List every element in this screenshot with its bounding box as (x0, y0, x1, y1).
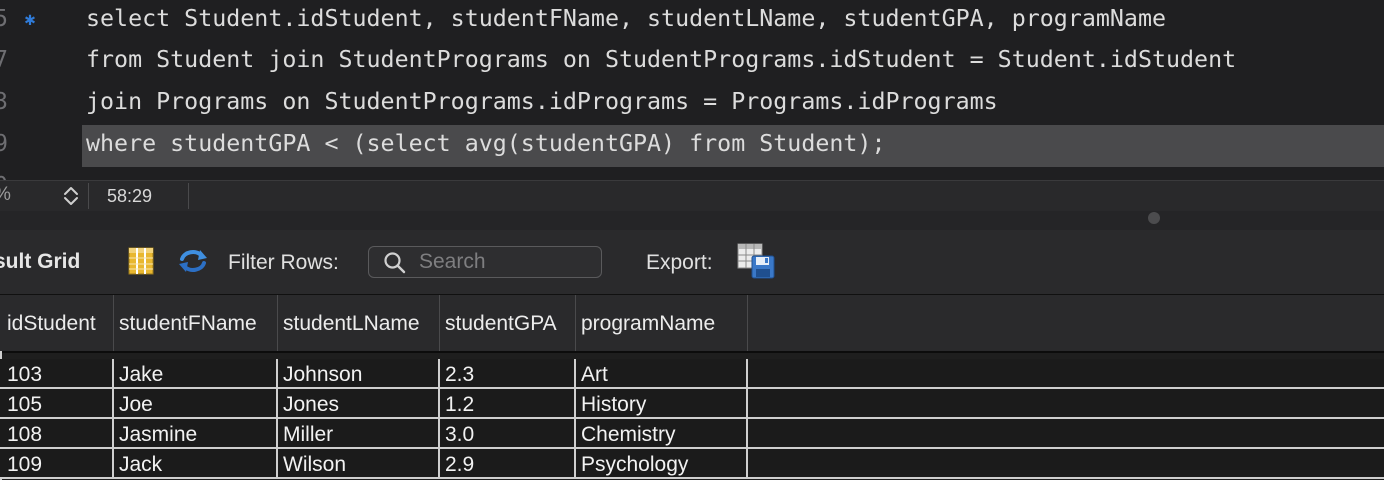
table-cell[interactable]: 108 (2, 419, 114, 447)
table-row[interactable]: 105 Joe Jones 1.2 History (0, 389, 1384, 419)
line-number: 5 (0, 6, 8, 32)
table-cell[interactable]: Miller (278, 419, 440, 447)
table-row[interactable]: 103 Jake Johnson 2.3 Art (0, 359, 1384, 389)
splitter-handle[interactable] (1148, 212, 1160, 224)
result-grid[interactable]: idStudent studentFName studentLName stud… (0, 295, 1384, 480)
table-cell[interactable]: Jake (114, 359, 278, 387)
search-icon (383, 251, 407, 275)
column-header-row: idStudent studentFName studentLName stud… (0, 295, 1384, 353)
table-cell[interactable]: 105 (2, 389, 114, 417)
refresh-icon[interactable] (176, 246, 210, 276)
zoom-value: % (0, 184, 11, 206)
panel-splitter[interactable] (0, 211, 1384, 230)
table-cell[interactable]: Jack (114, 449, 278, 477)
code-text[interactable]: select Student.idStudent, studentFName, … (86, 5, 1166, 32)
column-header[interactable]: idStudent (2, 295, 114, 351)
table-row[interactable]: 109 Jack Wilson 2.9 Psychology (0, 449, 1384, 479)
table-row[interactable]: 108 Jasmine Miller 3.0 Chemistry (0, 419, 1384, 449)
editor-status-bar: % 58:29 (0, 180, 1384, 212)
cursor-position: 58:29 (107, 186, 153, 206)
table-cell[interactable]: Jasmine (114, 419, 278, 447)
result-grid-tab[interactable]: sult Grid (0, 250, 80, 274)
search-input[interactable] (419, 250, 595, 274)
table-cell[interactable]: Jones (278, 389, 440, 417)
search-box[interactable] (368, 246, 602, 278)
code-text[interactable]: where studentGPA < (select avg(studentGP… (86, 130, 885, 157)
table-cell[interactable]: Chemistry (576, 419, 748, 447)
result-grid-icon[interactable] (128, 247, 154, 275)
table-cell[interactable]: 1.2 (440, 389, 576, 417)
bookmark-dot-icon[interactable]: ✱ (23, 13, 37, 27)
table-cell[interactable]: 2.3 (440, 359, 576, 387)
line-number: 7 (0, 47, 8, 73)
line-number: 0 (0, 173, 8, 180)
code-text[interactable]: from Student join StudentPrograms on Stu… (86, 46, 1236, 73)
divider (88, 183, 89, 209)
table-cell[interactable]: 3.0 (440, 419, 576, 447)
table-cell[interactable]: Psychology (576, 449, 748, 477)
table-cell[interactable]: 2.9 (440, 449, 576, 477)
code-line[interactable]: 0 (0, 167, 1384, 180)
table-cell[interactable]: Wilson (278, 449, 440, 477)
line-number: 9 (0, 131, 8, 157)
result-toolbar: sult Grid Filter Rows: Export (0, 230, 1384, 295)
code-line-current[interactable]: 9 where studentGPA < (select avg(student… (0, 125, 1384, 167)
line-number: 3 (0, 89, 8, 115)
code-line[interactable]: 7 from Student join StudentPrograms on S… (0, 41, 1384, 83)
up-down-chevron-icon[interactable] (60, 184, 82, 208)
table-cell[interactable]: Johnson (278, 359, 440, 387)
column-header[interactable]: studentLName (278, 295, 440, 351)
code-text[interactable]: join Programs on StudentPrograms.idProgr… (86, 88, 998, 115)
table-cell[interactable]: Art (576, 359, 748, 387)
sql-editor[interactable]: 5 ✱ select Student.idStudent, studentFNa… (0, 0, 1384, 180)
code-line[interactable]: 3 join Programs on StudentPrograms.idPro… (0, 83, 1384, 125)
table-cell[interactable]: Joe (114, 389, 278, 417)
filter-rows-label: Filter Rows: (228, 251, 339, 274)
table-cell[interactable]: 109 (2, 449, 114, 477)
table-cell[interactable]: 103 (2, 359, 114, 387)
divider (188, 183, 189, 209)
column-header[interactable]: studentGPA (440, 295, 576, 351)
export-label: Export: (646, 251, 713, 274)
code-line[interactable]: 5 ✱ select Student.idStudent, studentFNa… (0, 0, 1384, 42)
export-icon[interactable] (737, 243, 775, 279)
column-header[interactable]: studentFName (114, 295, 278, 351)
column-header[interactable]: programName (576, 295, 748, 351)
table-cell[interactable]: History (576, 389, 748, 417)
